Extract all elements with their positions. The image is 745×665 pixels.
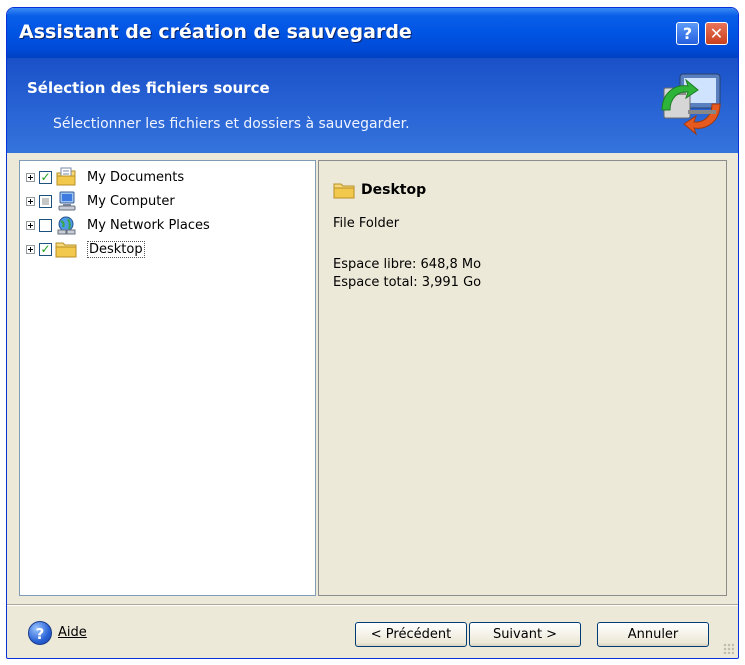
free-space-text: Espace libre: 648,8 Mo: [333, 257, 482, 272]
tree-item-label: My Documents: [87, 169, 185, 185]
tree-item-my-documents[interactable]: My Documents: [26, 166, 184, 188]
step-title: Sélection des fichiers source: [27, 79, 270, 97]
window-title: Assistant de création de sauvegarde: [19, 21, 412, 43]
resize-grip-icon[interactable]: [723, 643, 734, 654]
tree-item-label: My Network Places: [87, 217, 210, 233]
checkbox-my-documents[interactable]: [39, 170, 52, 184]
source-tree[interactable]: My Documents My Computer My Network Plac: [19, 160, 316, 596]
backup-computer-icon: [661, 73, 721, 136]
expand-icon[interactable]: [26, 244, 35, 254]
backup-wizard-window: Assistant de création de sauvegarde ? ✕ …: [6, 7, 739, 659]
expand-icon[interactable]: [26, 172, 35, 182]
close-button[interactable]: ✕: [705, 22, 728, 45]
checkbox-desktop[interactable]: [39, 242, 52, 256]
total-space-text: Espace total: 3,991 Go: [333, 275, 482, 290]
tree-item-my-computer[interactable]: My Computer: [26, 190, 175, 212]
previous-button[interactable]: < Précédent: [355, 622, 467, 647]
details-type: File Folder: [333, 216, 400, 231]
details-header: Desktop: [333, 181, 426, 199]
checkbox-my-computer[interactable]: [39, 194, 52, 208]
tree-item-desktop[interactable]: Desktop: [26, 238, 145, 260]
step-subtitle: Sélectionner les fichiers et dossiers à …: [53, 116, 410, 132]
help-title-button[interactable]: ?: [676, 22, 699, 45]
tree-item-my-network-places[interactable]: My Network Places: [26, 214, 210, 236]
checkbox-my-network-places[interactable]: [39, 218, 52, 232]
footer-divider: [7, 604, 738, 606]
computer-icon: [58, 191, 76, 211]
help-icon[interactable]: ?: [28, 621, 52, 645]
help-link[interactable]: Aide: [58, 625, 87, 640]
expand-icon[interactable]: [26, 220, 35, 230]
tree-item-label: Desktop: [87, 240, 145, 258]
expand-icon[interactable]: [26, 196, 35, 206]
title-bar[interactable]: Assistant de création de sauvegarde ? ✕: [7, 8, 738, 58]
tree-item-label: My Computer: [87, 193, 175, 209]
folder-icon: [55, 242, 77, 258]
details-title: Desktop: [361, 182, 427, 198]
next-button[interactable]: Suivant >: [469, 622, 581, 647]
cancel-button[interactable]: Annuler: [597, 622, 709, 647]
details-pane: Desktop File Folder Espace libre: 648,8 …: [318, 160, 727, 596]
documents-folder-icon: [56, 167, 76, 186]
network-places-icon: [57, 216, 76, 235]
folder-icon: [333, 183, 355, 199]
wizard-header: Sélection des fichiers source Sélectionn…: [7, 58, 738, 153]
